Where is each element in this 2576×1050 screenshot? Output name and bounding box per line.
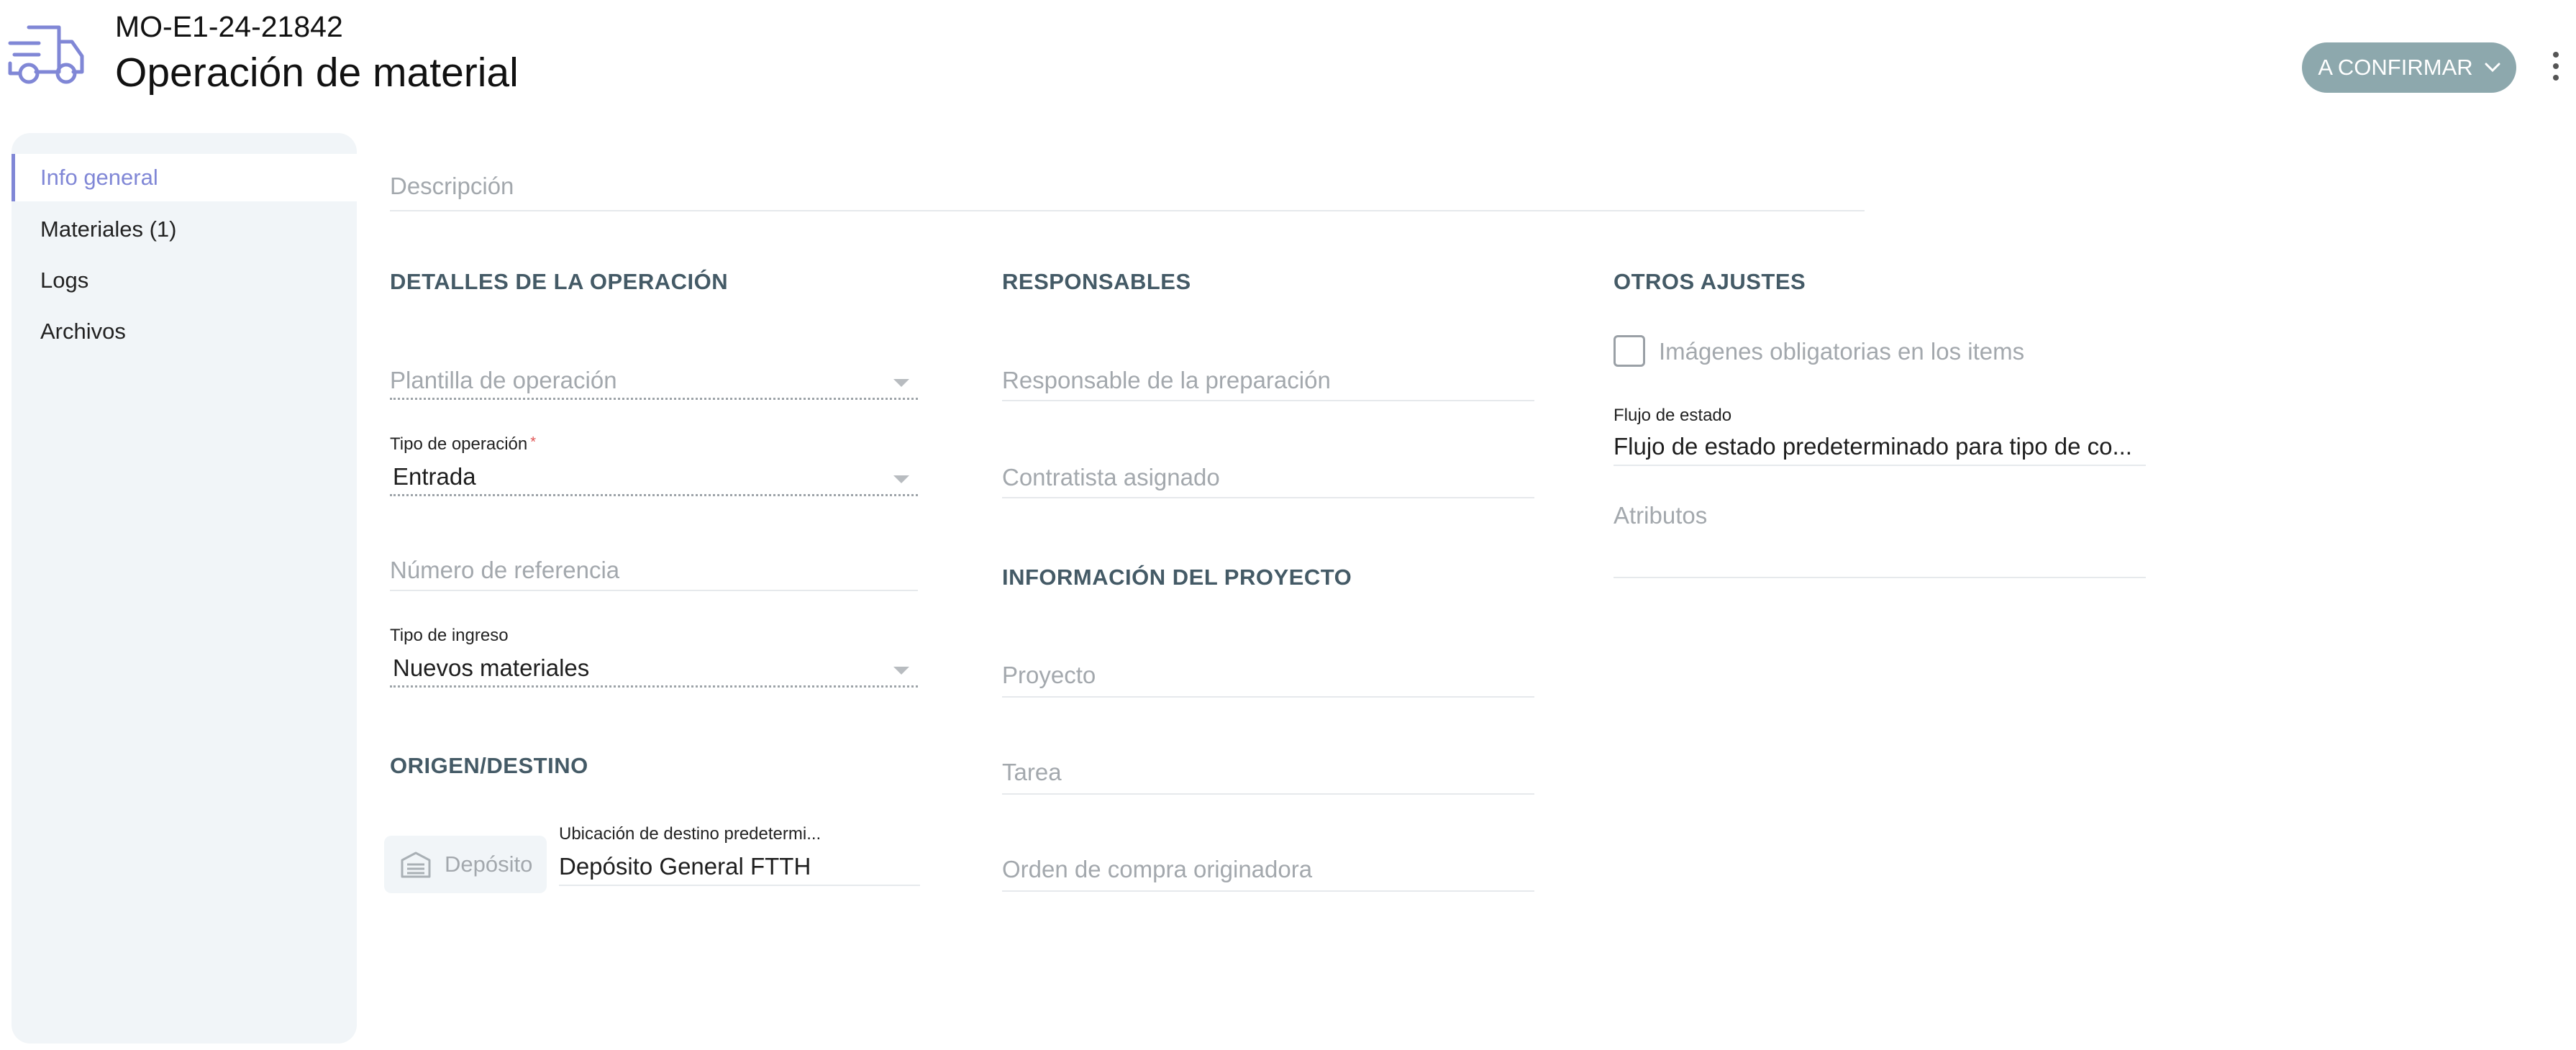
operation-type-value: Entrada <box>393 463 476 490</box>
sidebar-item-archivos[interactable]: Archivos <box>12 308 357 355</box>
operation-template-select[interactable]: Plantilla de operación <box>390 367 918 400</box>
task-placeholder: Tarea <box>1002 759 1062 785</box>
section-heading-other: OTROS AJUSTES <box>1614 269 1806 294</box>
attributes-field[interactable]: Atributos <box>1614 502 2146 578</box>
destination-value: Depósito General FTTH <box>559 853 811 880</box>
more-options-icon[interactable] <box>2547 52 2565 86</box>
attributes-placeholder: Atributos <box>1614 502 1708 529</box>
images-required-checkbox[interactable] <box>1614 335 1645 367</box>
prep-placeholder: Responsable de la preparación <box>1002 367 1331 393</box>
status-dropdown-button[interactable]: A CONFIRMAR <box>2302 42 2516 93</box>
status-flow-value: Flujo de estado predeterminado para tipo… <box>1614 433 2132 460</box>
purchase-order-field[interactable]: Orden de compra originadora <box>1002 856 1534 892</box>
income-type-value: Nuevos materiales <box>393 654 590 681</box>
dropdown-arrow-icon <box>893 667 909 675</box>
template-placeholder: Plantilla de operación <box>390 367 617 393</box>
destination-field[interactable]: Depósito General FTTH <box>559 853 920 886</box>
status-flow-label: Flujo de estado <box>1614 406 1732 425</box>
page-title: Operación de material <box>115 50 519 96</box>
section-heading-project: INFORMACIÓN DEL PROYECTO <box>1002 565 1352 590</box>
reference-number-field[interactable]: Número de referencia <box>390 557 918 591</box>
income-type-select[interactable]: Nuevos materiales <box>390 654 918 688</box>
preparation-responsible-field[interactable]: Responsable de la preparación <box>1002 367 1534 401</box>
sidebar-item-logs[interactable]: Logs <box>12 257 357 304</box>
sidebar-item-materiales[interactable]: Materiales (1) <box>12 206 357 253</box>
section-heading-details: DETALLES DE LA OPERACIÓN <box>390 269 729 294</box>
income-type-label: Tipo de ingreso <box>390 626 509 645</box>
dropdown-arrow-icon <box>893 475 909 483</box>
document-id: MO-E1-24-21842 <box>115 10 343 43</box>
section-heading-responsibles: RESPONSABLES <box>1002 269 1191 294</box>
sidebar-item-info-general[interactable]: Info general <box>12 154 357 201</box>
project-placeholder: Proyecto <box>1002 662 1096 688</box>
operation-type-select[interactable]: Entrada <box>390 463 918 496</box>
reference-placeholder: Número de referencia <box>390 557 620 583</box>
section-heading-origin: ORIGEN/DESTINO <box>390 753 588 778</box>
destination-label: Ubicación de destino predetermi... <box>559 824 822 844</box>
description-field[interactable]: Descripción <box>390 173 1865 211</box>
contractor-field[interactable]: Contratista asignado <box>1002 464 1534 498</box>
status-flow-field[interactable]: Flujo de estado predeterminado para tipo… <box>1614 433 2146 466</box>
warehouse-chip[interactable]: Depósito <box>384 836 547 893</box>
images-required-label: Imágenes obligatorias en los items <box>1659 338 2025 365</box>
operation-type-label: Tipo de operación * <box>390 434 537 454</box>
warehouse-icon <box>401 852 431 878</box>
description-placeholder: Descripción <box>390 173 514 199</box>
project-field[interactable]: Proyecto <box>1002 662 1534 698</box>
truck-icon <box>8 25 84 84</box>
sidebar: Info general Materiales (1) Logs Archivo… <box>12 133 357 1044</box>
status-label: A CONFIRMAR <box>2318 55 2473 80</box>
warehouse-chip-label: Depósito <box>445 852 533 877</box>
po-placeholder: Orden de compra originadora <box>1002 856 1313 882</box>
chevron-down-icon <box>2485 63 2500 73</box>
dropdown-arrow-icon <box>893 379 909 387</box>
task-field[interactable]: Tarea <box>1002 759 1534 795</box>
contractor-placeholder: Contratista asignado <box>1002 464 1220 490</box>
